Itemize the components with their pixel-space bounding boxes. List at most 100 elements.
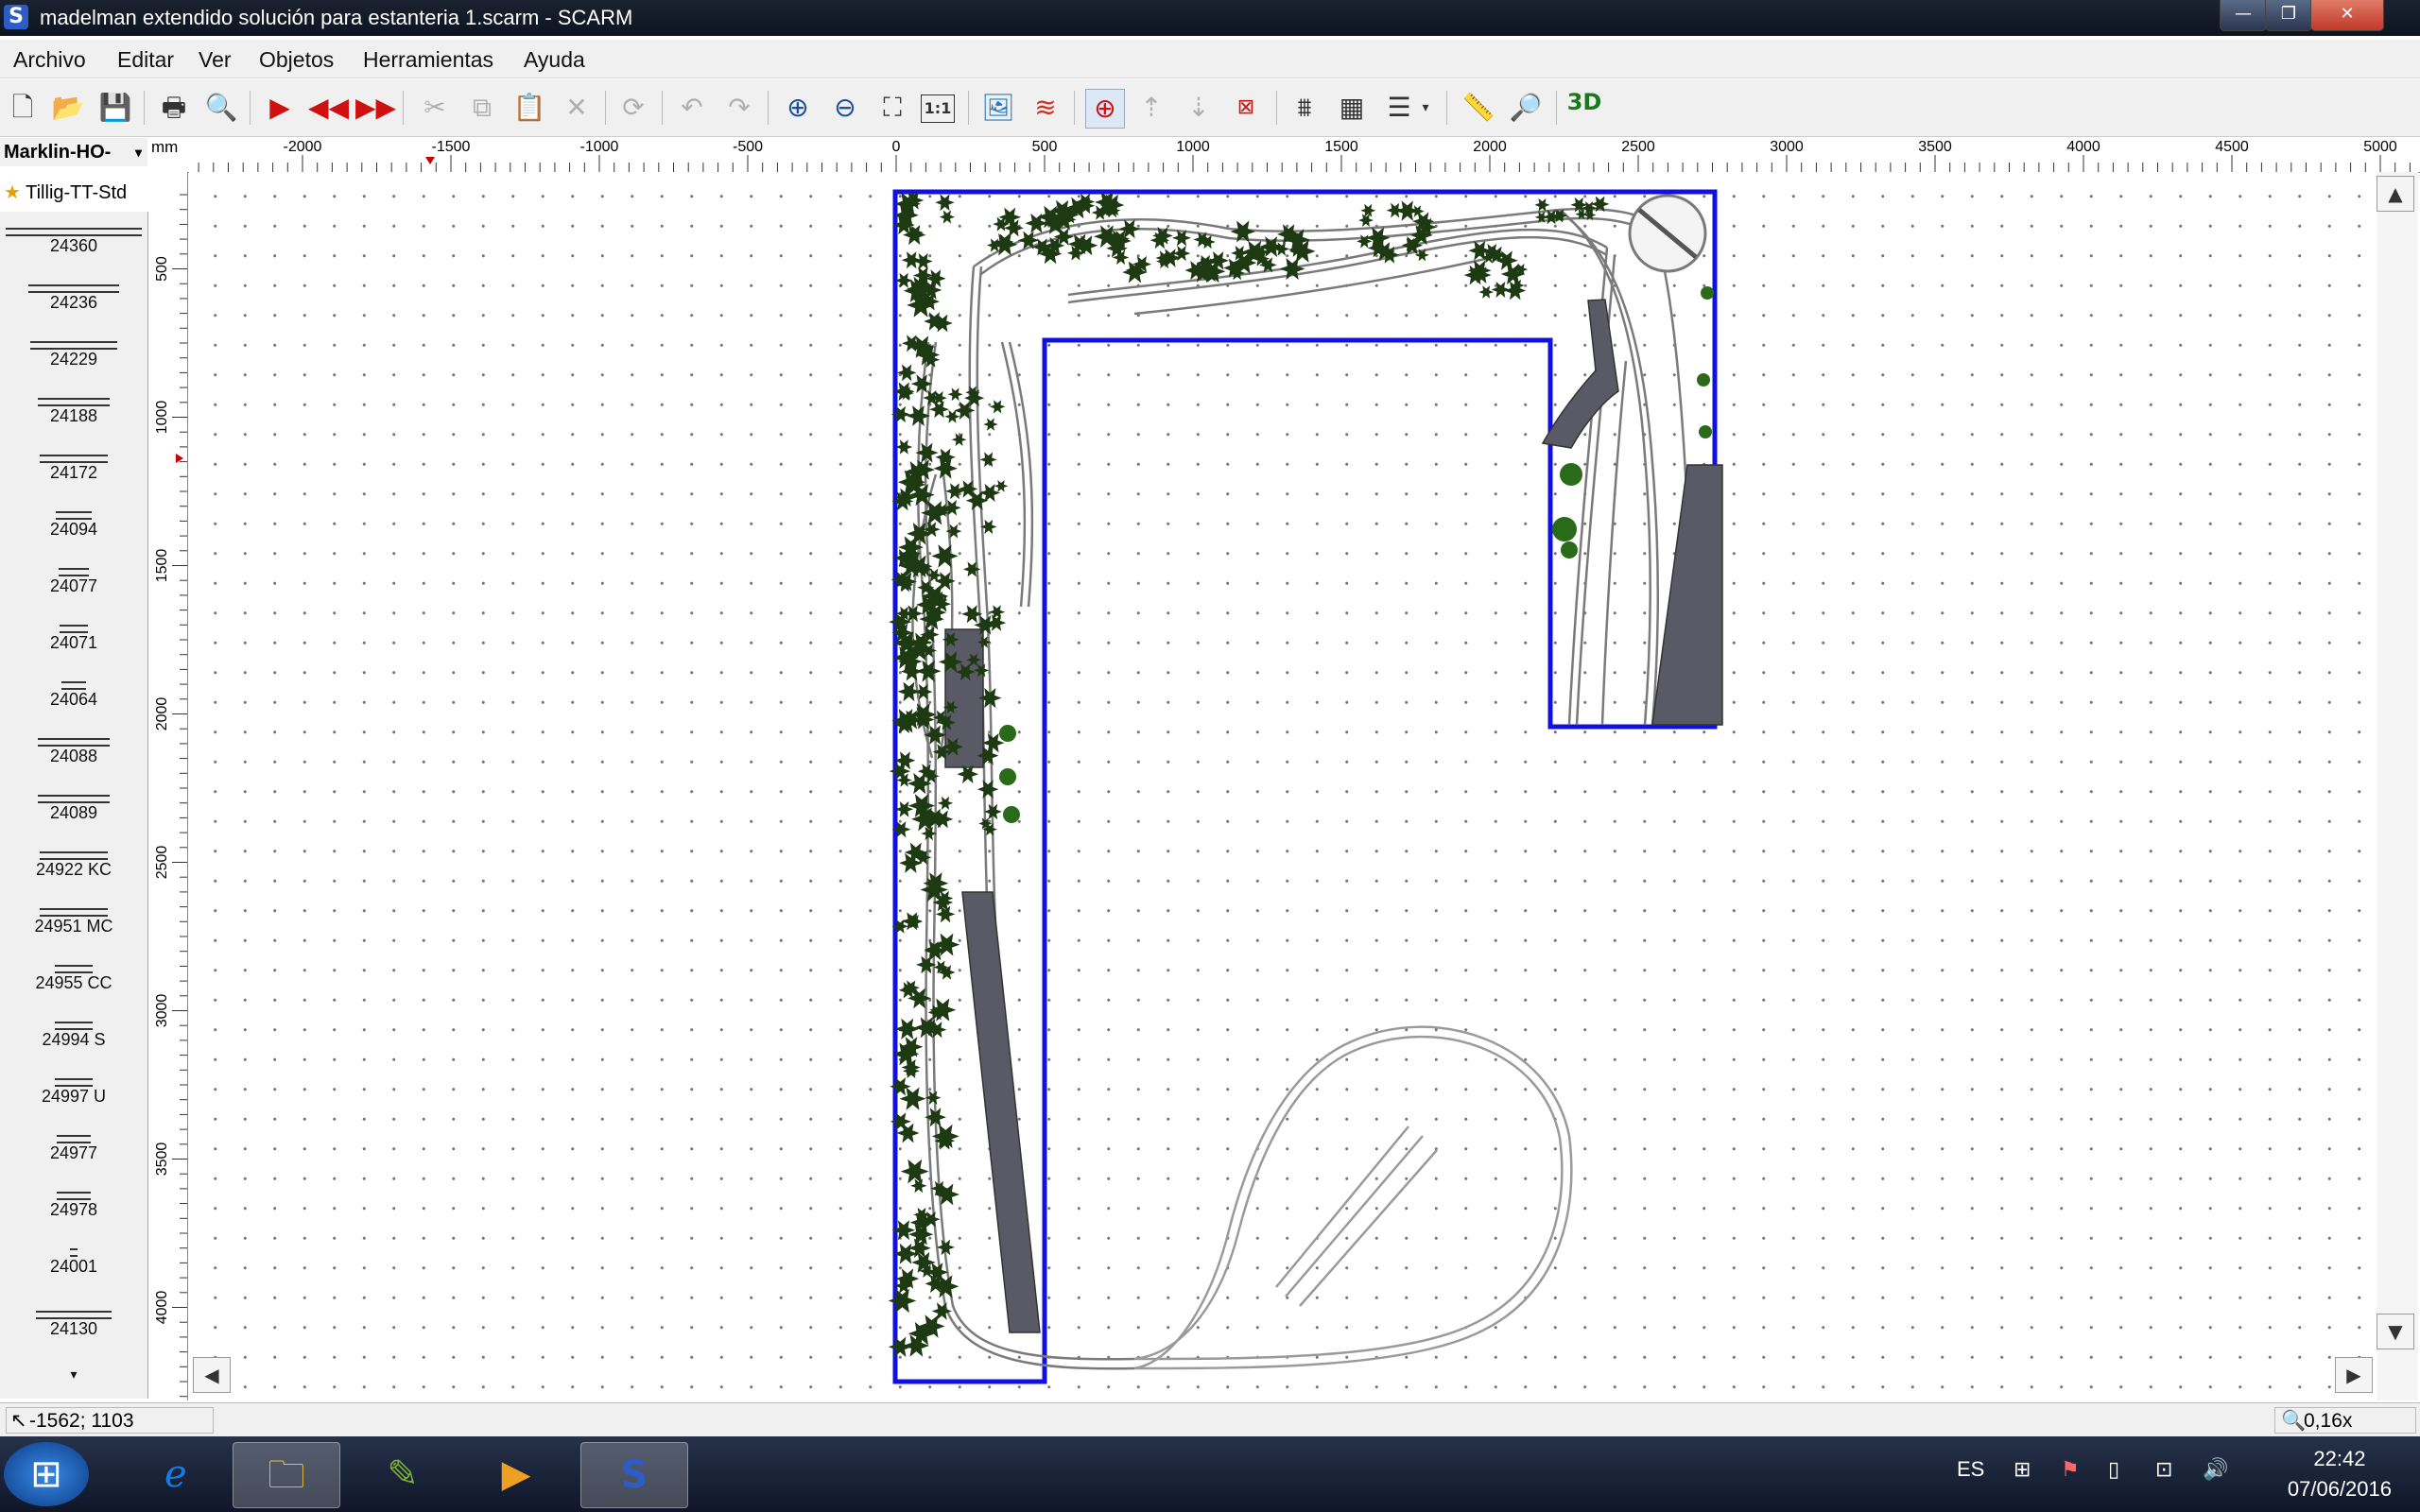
scarm-taskbar-icon[interactable]: S	[580, 1442, 688, 1508]
part-item[interactable]: 24064	[0, 679, 147, 710]
tree	[929, 401, 949, 419]
part-label: 24978	[49, 1200, 98, 1219]
zoom-in-icon[interactable]: ⊕	[779, 89, 817, 127]
part-item[interactable]: 24994 S	[0, 1019, 147, 1050]
part-label: 24064	[49, 690, 98, 709]
layout-canvas[interactable]	[189, 172, 2386, 1400]
next-track-icon[interactable]: ▶▶	[355, 89, 396, 127]
paste-icon[interactable]: 📋	[510, 89, 548, 127]
part-item[interactable]: 24951 MC	[0, 905, 147, 936]
undo-icon[interactable]: ↶	[673, 89, 711, 127]
save-icon[interactable]: 💾	[96, 89, 134, 127]
rotate-icon[interactable]: ⟳	[614, 89, 652, 127]
library-select[interactable]: Marklin-HO- ▾	[0, 138, 147, 166]
part-item[interactable]: 24955 CC	[0, 962, 147, 993]
menu-editar[interactable]: Editar	[117, 47, 174, 73]
ruler-label: 4500	[2215, 139, 2249, 155]
status-bar: ↖ -1562; 1103 🔍 0,16x	[0, 1402, 2420, 1437]
cut-icon[interactable]: ✂	[416, 89, 454, 127]
part-item[interactable]: 24077	[0, 565, 147, 596]
background-image-icon[interactable]: 🖼	[979, 89, 1017, 127]
part-item[interactable]: 24236	[0, 282, 147, 313]
part-item[interactable]: 24088	[0, 735, 147, 766]
part-item[interactable]: 24001	[0, 1246, 147, 1277]
part-item[interactable]: 24130	[0, 1308, 147, 1339]
copy-icon[interactable]: ⧉	[463, 89, 501, 127]
part-item[interactable]: 24978	[0, 1189, 147, 1220]
menu-archivo[interactable]: Archivo	[13, 47, 86, 73]
network-icon[interactable]: ⊡	[2155, 1457, 2172, 1482]
track-layout[interactable]	[189, 172, 2386, 1400]
part-label: 24977	[49, 1143, 98, 1162]
zoom-out-icon[interactable]: ⊖	[826, 89, 864, 127]
maximize-button[interactable]: ❐	[2265, 0, 2312, 31]
part-item[interactable]: 24229	[0, 338, 147, 369]
print-preview-icon[interactable]: 🔍	[202, 89, 240, 127]
menu-ayuda[interactable]: Ayuda	[524, 47, 585, 73]
tree	[951, 433, 967, 446]
action-center-icon[interactable]: ⚑	[2061, 1457, 2080, 1482]
open-folder-icon[interactable]: 📂	[49, 89, 87, 127]
play-forward-icon[interactable]: ▶	[261, 89, 299, 127]
track-height-icon[interactable]: ☰	[1380, 89, 1418, 127]
part-item[interactable]: 24094	[0, 508, 147, 540]
file-explorer-icon[interactable]: 🗀	[233, 1442, 340, 1508]
tunnel-icon[interactable]: ▦	[1333, 89, 1371, 127]
pen-app-icon[interactable]: ✎	[350, 1442, 456, 1506]
media-player-icon[interactable]: ▶	[463, 1442, 569, 1506]
part-item[interactable]: 24188	[0, 395, 147, 426]
measure-icon[interactable]: 🔎	[1507, 89, 1545, 127]
part-item[interactable]: 24089	[0, 792, 147, 823]
part-item[interactable]: 24071	[0, 622, 147, 653]
zoom-1-1-icon[interactable]: 1:1	[921, 94, 955, 123]
delete-icon[interactable]: ✕	[558, 89, 596, 127]
part-label: 24130	[49, 1319, 98, 1338]
bridge-icon[interactable]: ⩩	[1286, 89, 1323, 127]
ruler-tool-icon[interactable]: 📏	[1460, 89, 1497, 127]
previous-track-icon[interactable]: ◀◀	[308, 89, 349, 127]
scroll-down-icon[interactable]: ▾	[0, 1366, 147, 1383]
start-button[interactable]: ⊞	[4, 1442, 89, 1506]
part-item[interactable]: 24172	[0, 452, 147, 483]
clock[interactable]: 22:42 07/06/2016	[2288, 1444, 2392, 1504]
ruler-label: 2000	[154, 697, 170, 731]
part-item[interactable]: 24977	[0, 1132, 147, 1163]
scroll-right-button[interactable]: ▶	[2335, 1357, 2373, 1393]
redo-icon[interactable]: ↷	[720, 89, 758, 127]
tree	[894, 272, 913, 288]
favorite-library[interactable]: ★ Tillig-TT-Std	[0, 178, 147, 208]
volume-icon[interactable]: 🔊	[2203, 1457, 2228, 1482]
part-item[interactable]: 24922 KC	[0, 849, 147, 880]
ruler-label: -500	[733, 139, 763, 155]
main-toolbar: 🗋 📂 💾 🖶 🔍 ▶ ◀◀ ▶▶ ✂ ⧉ 📋 ✕ ⟳ ↶ ↷ ⊕ ⊖ ⛶ 1:…	[0, 79, 2420, 137]
scarm-app-icon[interactable]: S	[4, 5, 28, 29]
new-file-icon[interactable]: 🗋	[4, 89, 42, 127]
print-icon[interactable]: 🖶	[155, 89, 193, 127]
part-item[interactable]: 24997 U	[0, 1075, 147, 1107]
menu-herramientas[interactable]: Herramientas	[363, 47, 493, 73]
close-button[interactable]: ✕	[2310, 0, 2384, 31]
track-end-icon[interactable]: ⊠	[1227, 89, 1265, 127]
zoom-fit-icon[interactable]: ⛶	[873, 89, 911, 127]
track-snap-icon[interactable]: ⊕	[1085, 89, 1125, 129]
scroll-up-button[interactable]: ▲	[2377, 176, 2414, 212]
3d-view-button[interactable]: 3D	[1565, 89, 1603, 127]
part-item[interactable]: 24360	[0, 225, 147, 256]
menu-objetos[interactable]: Objetos	[259, 47, 334, 73]
scroll-down-button[interactable]: ▼	[2377, 1314, 2414, 1349]
tree	[1478, 285, 1495, 299]
layers-icon[interactable]: ≋	[1027, 89, 1064, 127]
layer-up-icon[interactable]: ⇡	[1132, 89, 1170, 127]
scroll-left-button[interactable]: ◀	[193, 1357, 231, 1393]
part-label: 24001	[49, 1257, 98, 1276]
vertical-scrollbar[interactable]	[2377, 172, 2418, 1400]
language-indicator[interactable]: ES	[1957, 1457, 1984, 1482]
internet-explorer-icon[interactable]: ℯ	[123, 1442, 229, 1506]
minimize-button[interactable]: —	[2220, 0, 2267, 31]
menu-ver[interactable]: Ver	[199, 47, 232, 73]
windows-icon[interactable]: ⊞	[2014, 1457, 2031, 1482]
parts-list[interactable]: 24360 24236 24229 24188 24172 24094 2407…	[0, 212, 148, 1399]
layer-down-icon[interactable]: ⇣	[1180, 89, 1218, 127]
battery-icon[interactable]: ▯	[2108, 1457, 2119, 1482]
track-height-dropdown-icon[interactable]: ▾	[1416, 89, 1435, 127]
